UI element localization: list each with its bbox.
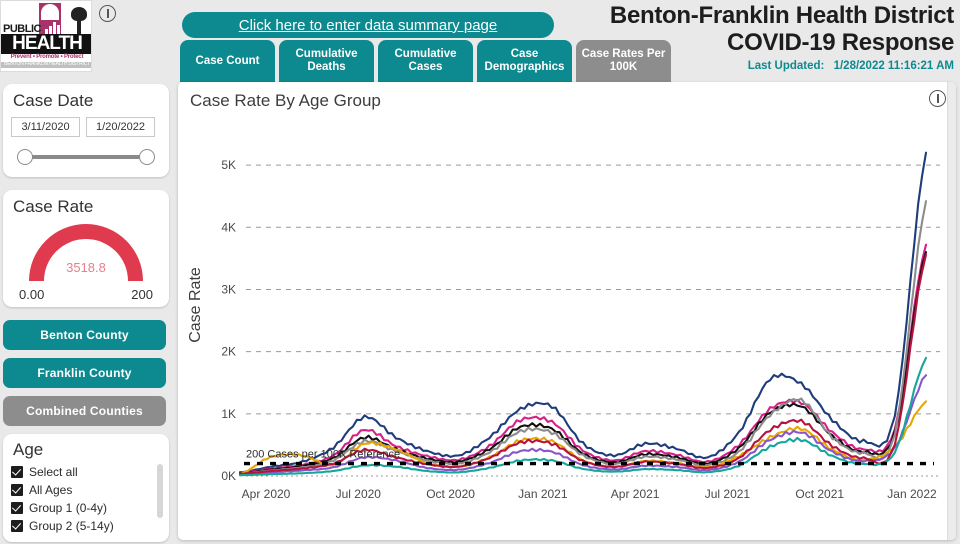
svg-text:Oct 2021: Oct 2021 xyxy=(795,487,844,501)
info-icon xyxy=(99,5,116,22)
chart-plot-area: 0K 1K 2K 3K 4K 5K Case Rate Apr 2020 Jul 2020 Oct… xyxy=(178,114,947,540)
svg-text:2K: 2K xyxy=(221,345,236,359)
logo-word-health: HEALTH xyxy=(1,34,91,54)
title-line-2: COVID-19 Response xyxy=(727,29,954,56)
case-rate-gauge: 3518.8 xyxy=(11,224,161,286)
gauge-min-label: 0.00 xyxy=(19,287,45,302)
svg-text:Apr 2020: Apr 2020 xyxy=(242,487,291,501)
age-checkbox-select-all[interactable]: Select all xyxy=(11,463,161,481)
svg-text:Jan 2021: Jan 2021 xyxy=(518,487,568,501)
checkbox-checked-icon[interactable] xyxy=(11,466,23,478)
case-date-start-input[interactable]: 3/11/2020 xyxy=(11,117,80,137)
slider-handle-end[interactable] xyxy=(139,149,155,165)
slider-track xyxy=(25,155,147,159)
age-filter-title: Age xyxy=(13,440,44,459)
tab-case-count[interactable]: Case Count xyxy=(180,40,275,82)
svg-text:4K: 4K xyxy=(221,220,236,234)
svg-text:Jul 2020: Jul 2020 xyxy=(336,487,382,501)
age-checkbox-group-1[interactable]: Group 1 (0-4y) xyxy=(11,499,161,517)
county-button-benton[interactable]: Benton County xyxy=(3,320,166,350)
last-updated-value: 1/28/2022 11:16:21 AM xyxy=(833,60,954,72)
case-date-title: Case Date xyxy=(13,91,94,110)
dashboard-info-icon[interactable] xyxy=(99,5,116,27)
chart-info-icon[interactable] xyxy=(929,90,946,112)
checkbox-checked-icon[interactable] xyxy=(11,520,23,532)
chart-title: Case Rate By Age Group xyxy=(190,91,381,110)
svg-text:3K: 3K xyxy=(221,282,236,296)
age-option-label: Group 2 (5-14y) xyxy=(29,519,114,533)
age-option-label: All Ages xyxy=(29,483,73,497)
data-summary-page-button[interactable]: Click here to enter data summary page xyxy=(182,12,554,38)
gauge-max-label: 200 xyxy=(131,287,153,302)
case-rate-gauge-card: Case Rate 3518.8 0.00 200 xyxy=(3,190,169,307)
left-sidebar: PUBLIC HEALTH Prevent • Promote • Protec… xyxy=(0,0,175,544)
info-icon xyxy=(929,90,946,107)
age-checkbox-all-ages[interactable]: All Ages xyxy=(11,481,161,499)
age-option-label: Group 1 (0-4y) xyxy=(29,501,108,515)
logo-tree-icon xyxy=(71,5,87,35)
case-date-filter: Case Date 3/11/2020 1/20/2022 xyxy=(3,84,169,177)
case-rate-line-chart: 0K 1K 2K 3K 4K 5K Case Rate Apr 2020 Jul 2020 Oct… xyxy=(187,151,940,501)
svg-text:Oct 2020: Oct 2020 xyxy=(426,487,475,501)
svg-text:Jul 2021: Jul 2021 xyxy=(705,487,751,501)
tab-cumulative-deaths[interactable]: Cumulative Deaths xyxy=(279,40,374,82)
slider-handle-start[interactable] xyxy=(17,149,33,165)
logo-tagline: Prevent • Promote • Protect xyxy=(10,54,84,60)
svg-text:Case Rate: Case Rate xyxy=(187,267,204,343)
chart-panel: Case Rate By Age Group 0K 1K 2K 3K 4K 5K Case … xyxy=(178,82,956,540)
checkbox-checked-icon[interactable] xyxy=(11,484,23,496)
age-checkbox-group-2[interactable]: Group 2 (5-14y) xyxy=(11,517,161,535)
last-updated: Last Updated: 1/28/2022 11:16:21 AM xyxy=(554,60,954,72)
age-filter-scrollbar[interactable] xyxy=(157,464,163,518)
svg-text:Apr 2021: Apr 2021 xyxy=(611,487,660,501)
gauge-value: 3518.8 xyxy=(66,260,106,275)
svg-text:0K: 0K xyxy=(221,469,236,483)
county-button-combined[interactable]: Combined Counties xyxy=(3,396,166,426)
svg-text:1K: 1K xyxy=(221,407,236,421)
agency-logo: PUBLIC HEALTH Prevent • Promote • Protec… xyxy=(0,0,92,72)
dashboard-root: PUBLIC HEALTH Prevent • Promote • Protec… xyxy=(0,0,960,544)
age-option-label: Select all xyxy=(29,465,78,479)
chart-vertical-scrollbar[interactable] xyxy=(947,82,956,540)
svg-text:200 Cases per 100K Reference: 200 Cases per 100K Reference xyxy=(246,449,400,461)
county-button-franklin[interactable]: Franklin County xyxy=(3,358,166,388)
case-date-range-slider[interactable] xyxy=(11,146,161,168)
last-updated-label: Last Updated: xyxy=(747,60,825,72)
age-filter: Age Select all All Ages Group 1 (0-4y) G… xyxy=(3,434,169,542)
svg-text:Jan 2022: Jan 2022 xyxy=(887,487,937,501)
title-line-1: Benton-Franklin Health District xyxy=(609,2,954,29)
case-date-end-input[interactable]: 1/20/2022 xyxy=(86,117,155,137)
checkbox-checked-icon[interactable] xyxy=(11,502,23,514)
svg-text:5K: 5K xyxy=(221,158,236,172)
logo-subline: BENTON FRANKLIN HEALTH DISTRICT xyxy=(4,61,90,67)
case-rate-title: Case Rate xyxy=(13,197,94,216)
tab-cumulative-cases[interactable]: Cumulative Cases xyxy=(378,40,473,82)
page-title: Benton-Franklin Health District COVID-19… xyxy=(554,2,954,72)
